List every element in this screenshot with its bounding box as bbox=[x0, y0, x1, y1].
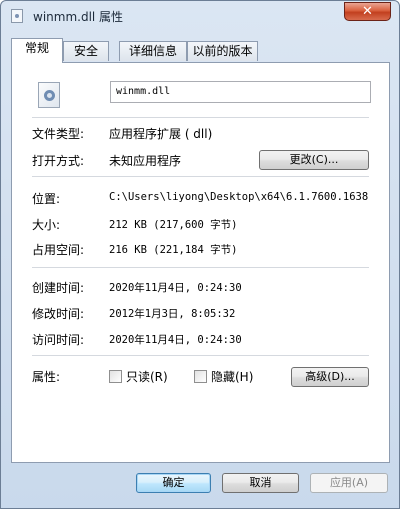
tab-previous-versions[interactable]: 以前的版本 bbox=[187, 41, 258, 61]
created-value: 2020年11月4日, 0:24:30 bbox=[109, 282, 242, 294]
created-label: 创建时间: bbox=[32, 281, 85, 295]
general-panel: winmm.dll 文件类型: 应用程序扩展 ( dll) 打开方式: 未知应用… bbox=[11, 62, 390, 463]
dll-gear-icon bbox=[38, 82, 60, 108]
separator bbox=[32, 355, 369, 356]
readonly-label: 只读(R) bbox=[126, 370, 168, 384]
accessed-label: 访问时间: bbox=[32, 333, 85, 347]
separator bbox=[32, 176, 369, 177]
hidden-checkbox[interactable]: 隐藏(H) bbox=[194, 368, 274, 386]
apply-button[interactable]: 应用(A) bbox=[310, 473, 388, 493]
close-icon: ✕ bbox=[362, 4, 373, 19]
size-label: 大小: bbox=[32, 218, 61, 232]
accessed-value: 2020年11月4日, 0:24:30 bbox=[109, 334, 242, 346]
opens-with-value: 未知应用程序 bbox=[109, 154, 182, 168]
attributes-label: 属性: bbox=[32, 370, 61, 384]
hidden-label: 隐藏(H) bbox=[211, 370, 254, 384]
separator bbox=[32, 267, 369, 268]
change-button[interactable]: 更改(C)... bbox=[259, 150, 369, 170]
close-button[interactable]: ✕ bbox=[344, 2, 391, 21]
opens-with-label: 打开方式: bbox=[32, 154, 85, 168]
ok-button[interactable]: 确定 bbox=[136, 473, 211, 493]
title-bar[interactable]: winmm.dll 属性 ✕ bbox=[1, 1, 399, 29]
file-type-value: 应用程序扩展 ( dll) bbox=[109, 127, 213, 141]
dialog-footer: 确定 取消 应用(A) bbox=[1, 463, 399, 509]
window-title: winmm.dll 属性 bbox=[33, 10, 124, 24]
tab-security[interactable]: 安全 bbox=[63, 41, 109, 61]
tab-general[interactable]: 常规 bbox=[11, 38, 63, 63]
gear-icon bbox=[44, 90, 55, 101]
tab-details[interactable]: 详细信息 bbox=[119, 41, 187, 61]
properties-window: winmm.dll 属性 ✕ 常规 安全 详细信息 以前的版本 winmm.dl… bbox=[0, 0, 400, 509]
advanced-button[interactable]: 高级(D)... bbox=[291, 367, 369, 387]
modified-value: 2012年1月3日, 8:05:32 bbox=[109, 308, 236, 320]
readonly-checkbox-box[interactable] bbox=[109, 370, 122, 383]
hidden-checkbox-box[interactable] bbox=[194, 370, 207, 383]
modified-label: 修改时间: bbox=[32, 307, 85, 321]
size-on-disk-value: 216 KB (221,184 字节) bbox=[109, 244, 238, 256]
separator bbox=[32, 117, 369, 118]
size-value: 212 KB (217,600 字节) bbox=[109, 219, 238, 231]
size-on-disk-label: 占用空间: bbox=[32, 243, 85, 257]
file-name-input[interactable]: winmm.dll bbox=[110, 81, 371, 103]
location-value: C:\Users\liyong\Desktop\x64\6.1.7600.163… bbox=[109, 191, 369, 203]
readonly-checkbox[interactable]: 只读(R) bbox=[109, 368, 189, 386]
file-type-label: 文件类型: bbox=[32, 127, 85, 141]
location-label: 位置: bbox=[32, 192, 61, 206]
cancel-button[interactable]: 取消 bbox=[222, 473, 299, 493]
dll-file-icon bbox=[11, 9, 23, 23]
